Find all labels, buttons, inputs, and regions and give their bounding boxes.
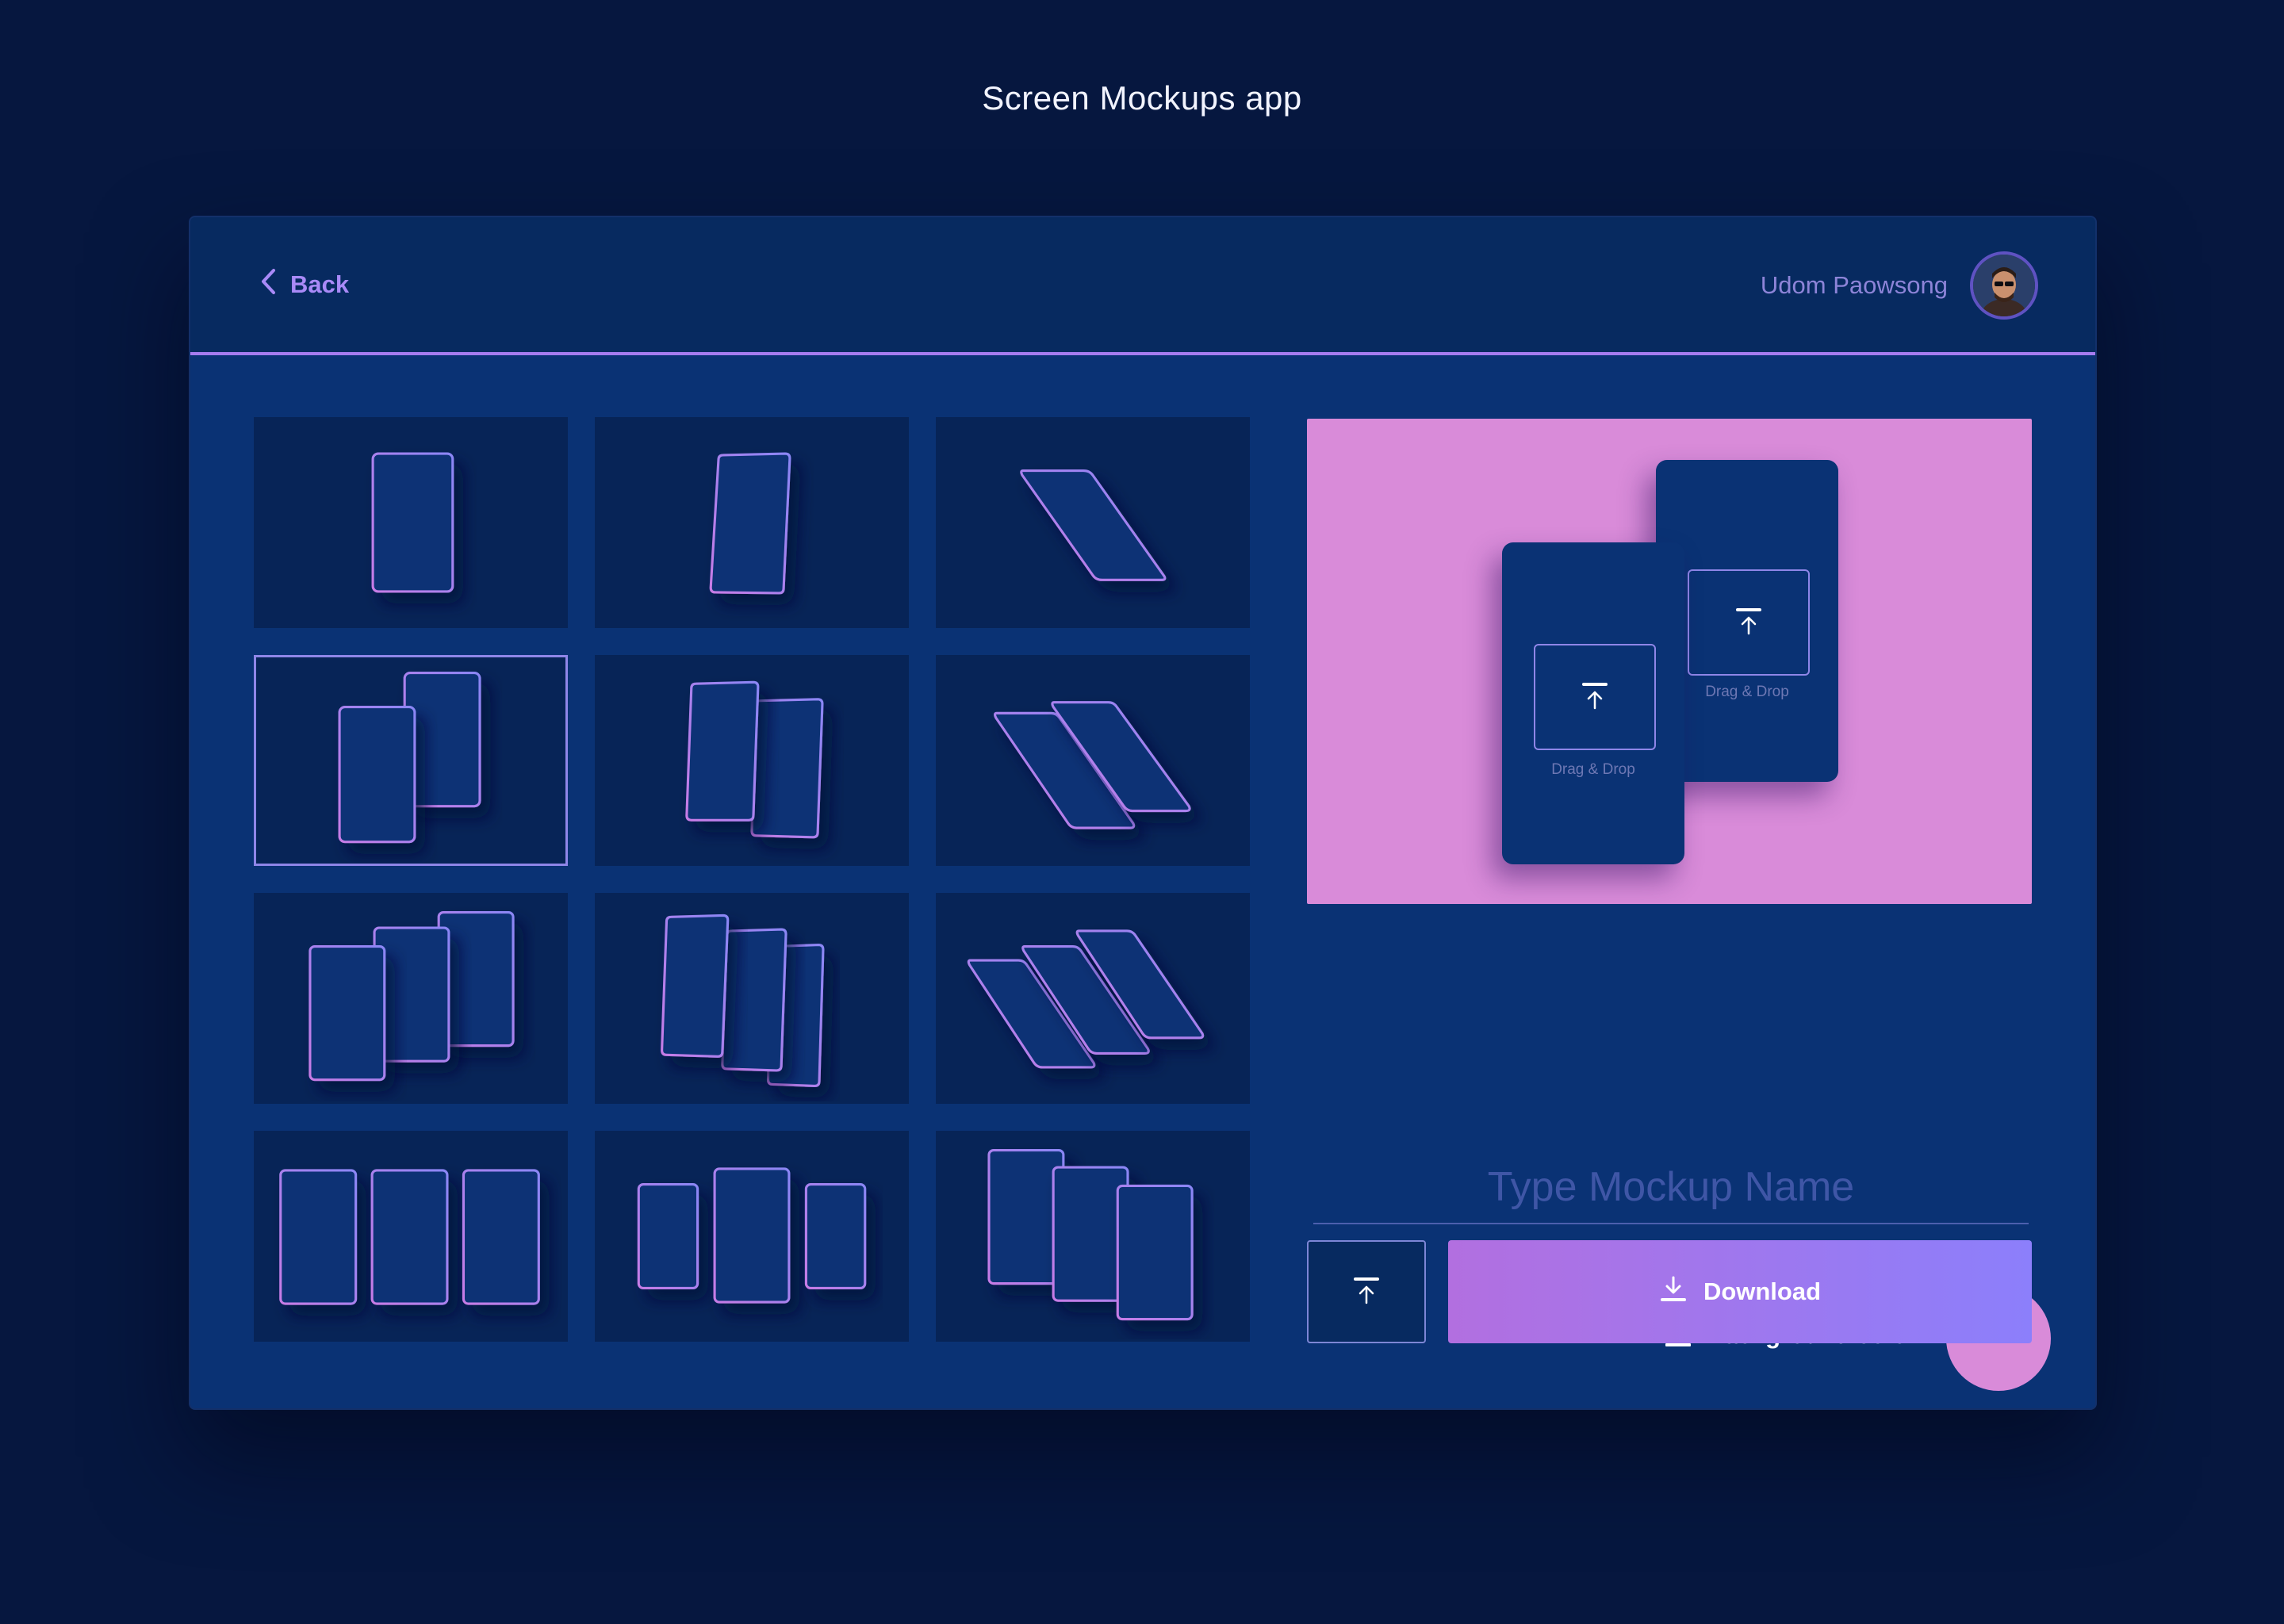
layout-thumb-double-stacked[interactable] [254,655,568,866]
preview-phone-front: Drag & Drop [1502,542,1684,864]
page-title: Screen Mockups app [982,79,1302,117]
layout-thumb-triple-tilted[interactable] [595,893,909,1104]
mockup-preview: Drag & Drop Drag & Drop [1307,419,2032,904]
download-button[interactable]: Download [1448,1240,2032,1343]
upload-icon [1579,680,1611,715]
layout-thumb-double-flat[interactable] [936,655,1250,866]
mockup-name-input[interactable] [1313,1151,2029,1224]
upload-button[interactable] [1307,1240,1426,1343]
dropzone-front[interactable] [1534,644,1656,750]
back-button[interactable]: Back [260,265,349,304]
user-name: Udom Paowsong [1760,271,1948,299]
layout-thumb-triple-cascade[interactable] [936,1131,1250,1342]
avatar[interactable] [1970,251,2038,320]
user-profile[interactable]: Udom Paowsong [1761,251,2038,320]
layout-thumb-single-portrait[interactable] [254,417,568,628]
layout-grid [254,417,1250,1342]
download-label: Download [1703,1277,1822,1305]
upload-icon [1733,605,1765,641]
back-label: Back [290,270,350,298]
app-header: Back Udom Paowsong [190,217,2095,355]
layout-thumb-triple-stacked[interactable] [254,893,568,1104]
layout-thumb-triple-flat[interactable] [936,893,1250,1104]
layout-thumb-triple-center-large[interactable] [595,1131,909,1342]
layout-thumb-triple-row[interactable] [254,1131,568,1342]
dropzone-back[interactable] [1688,569,1810,676]
dropzone-front-label: Drag & Drop [1551,761,1635,778]
layout-thumb-double-tilted[interactable] [595,655,909,866]
app-window: Back Udom Paowsong Drag & Drop Drag & Dr… [189,216,2097,1410]
layout-thumb-single-flat[interactable] [936,417,1250,628]
layout-thumb-single-tilted[interactable] [595,417,909,628]
download-icon [1659,1274,1688,1309]
upload-icon [1351,1274,1382,1310]
chevron-left-icon [260,268,278,301]
